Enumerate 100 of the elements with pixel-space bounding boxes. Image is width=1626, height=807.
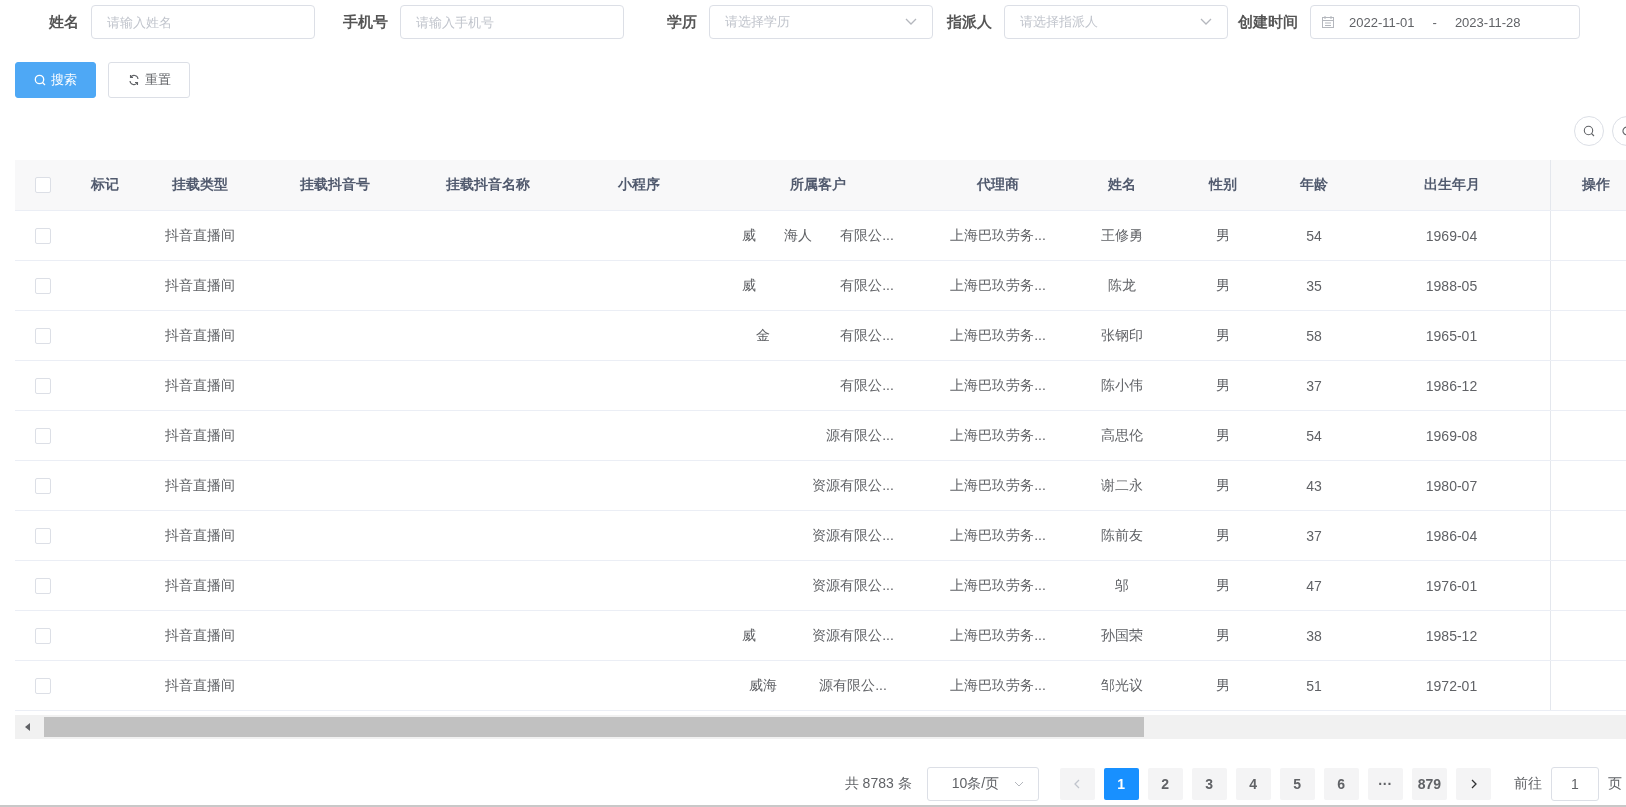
table-cell: 1972-01	[1425, 677, 1478, 694]
checkbox[interactable]	[34, 477, 51, 494]
table-cell: 男	[1216, 276, 1230, 295]
table-cell: 上海巴玖劳务...	[950, 376, 1046, 395]
checkbox[interactable]	[34, 527, 51, 544]
column-header: 小程序	[618, 176, 660, 194]
input-field[interactable]: 请输入手机号	[400, 5, 624, 39]
checkbox[interactable]	[34, 177, 51, 193]
table-cell: 抖音直播间	[165, 526, 235, 545]
field-label: 指派人	[947, 12, 993, 32]
table-cell: 上海巴玖劳务...	[950, 226, 1046, 245]
table-cell: 1986-12	[1425, 377, 1478, 394]
table-cell: 孙国荣	[1101, 626, 1143, 645]
table-cell: 54	[1306, 227, 1322, 244]
search-icon	[1583, 125, 1595, 137]
table-cell: 男	[1216, 476, 1230, 495]
table-cell: 陈前友	[1101, 526, 1143, 545]
table-cell: 威 海人 有限公...	[742, 226, 894, 245]
table-cell: 陈小伟	[1101, 376, 1143, 395]
table-cell: 男	[1216, 576, 1230, 595]
checkbox[interactable]	[34, 577, 51, 594]
table-cell: 抖音直播间	[165, 476, 235, 495]
column-header: 所属客户	[790, 176, 846, 194]
table-cell: 1969-04	[1425, 227, 1478, 244]
table-cell: 58	[1306, 327, 1322, 344]
page-button[interactable]: 6	[1323, 768, 1359, 800]
page-input[interactable]: 1	[1551, 767, 1599, 801]
page-button[interactable]: ···	[1367, 768, 1403, 800]
checkbox[interactable]	[34, 327, 51, 344]
column-header: 挂载抖音号	[300, 176, 370, 194]
page-size-select[interactable]: 10条/页	[926, 767, 1039, 801]
table-cell: 1969-08	[1425, 427, 1478, 444]
chevron-down-icon	[1013, 781, 1024, 787]
table-cell-text: 金 有限公...	[755, 326, 894, 345]
table-cell: 上海巴玖劳务...	[950, 426, 1046, 445]
table-cell: 抖音直播间	[165, 676, 235, 695]
table-cell: 威海 源有限公...	[749, 676, 887, 695]
chevron-down-icon	[1200, 18, 1212, 26]
search-icon	[34, 74, 46, 86]
table-cell: 51	[1306, 677, 1322, 694]
table-cell: 男	[1216, 526, 1230, 545]
table-cell: 上海巴玖劳务...	[950, 526, 1046, 545]
reset-button[interactable]: 重置	[108, 62, 190, 98]
column-header: 年龄	[1300, 176, 1328, 194]
page-button[interactable]: 4	[1235, 768, 1271, 800]
table-cell: 上海巴玖劳务...	[950, 676, 1046, 695]
table-cell: 陈龙	[1108, 276, 1136, 295]
page-button[interactable]: 3	[1191, 768, 1227, 800]
date-range-field[interactable]: 2022-11-01 - 2023-11-28	[1310, 5, 1580, 39]
table-cell: 威 有限公...	[742, 276, 894, 295]
table-cell: 抖音直播间	[165, 376, 235, 395]
table-cell: 1988-05	[1425, 277, 1478, 294]
scrollbar-thumb[interactable]	[44, 717, 1144, 737]
table-cell: 谢二永	[1101, 476, 1143, 495]
checkbox[interactable]	[34, 377, 51, 394]
scroll-left-icon[interactable]	[24, 723, 32, 731]
chevron-right-icon	[1469, 779, 1478, 789]
page-button[interactable]: 2	[1147, 768, 1183, 800]
table-cell: 上海巴玖劳务...	[950, 626, 1046, 645]
table-cell: 男	[1216, 426, 1230, 445]
table-cell: 1985-12	[1425, 627, 1478, 644]
search-button[interactable]	[1574, 116, 1604, 146]
table-cell: 抖音直播间	[165, 226, 235, 245]
checkbox[interactable]	[34, 277, 51, 294]
page-button[interactable]: 1	[1103, 768, 1139, 800]
table-cell: 抖音直播间	[165, 626, 235, 645]
table-cell: 37	[1306, 527, 1322, 544]
chevron-down-icon	[905, 18, 917, 26]
checkbox[interactable]	[34, 677, 51, 694]
horizontal-scrollbar[interactable]	[15, 715, 1626, 739]
table-cell: 高思伦	[1101, 426, 1143, 445]
table-cell: 1965-01	[1425, 327, 1478, 344]
table-cell-text: 有限公...	[839, 376, 894, 395]
input-field[interactable]: 请输入姓名	[91, 5, 315, 39]
table-cell: 上海巴玖劳务...	[950, 476, 1046, 495]
checkbox[interactable]	[34, 227, 51, 244]
goto-label: 前往	[1514, 775, 1542, 793]
page-button[interactable]: 879	[1411, 768, 1447, 800]
table-cell-text: 源有限公...	[825, 426, 894, 445]
table-cell: 54	[1306, 427, 1322, 444]
table-cell: 男	[1216, 376, 1230, 395]
table-cell: 男	[1216, 326, 1230, 345]
chevron-left-icon	[1073, 779, 1082, 789]
checkbox[interactable]	[34, 427, 51, 444]
column-header: 挂载抖音名称	[445, 176, 530, 194]
table-cell: 38	[1306, 627, 1322, 644]
table-cell: 上海巴玖劳务...	[950, 276, 1046, 295]
column-header: 出生年月	[1423, 176, 1480, 194]
table-cell-text: 资源有限公...	[811, 476, 894, 495]
page-button[interactable]: 5	[1279, 768, 1315, 800]
table-cell: 抖音直播间	[165, 576, 235, 595]
table-cell: 邹光议	[1101, 676, 1143, 695]
column-header: 挂载类型	[172, 176, 228, 194]
table-cell: 35	[1306, 277, 1322, 294]
checkbox[interactable]	[34, 627, 51, 644]
column-header: 标记	[91, 176, 119, 194]
table-cell: 1976-01	[1425, 577, 1478, 594]
next-page-button[interactable]	[1456, 768, 1491, 800]
table-cell: 1986-04	[1425, 527, 1478, 544]
column-header: 操作	[1581, 176, 1610, 194]
